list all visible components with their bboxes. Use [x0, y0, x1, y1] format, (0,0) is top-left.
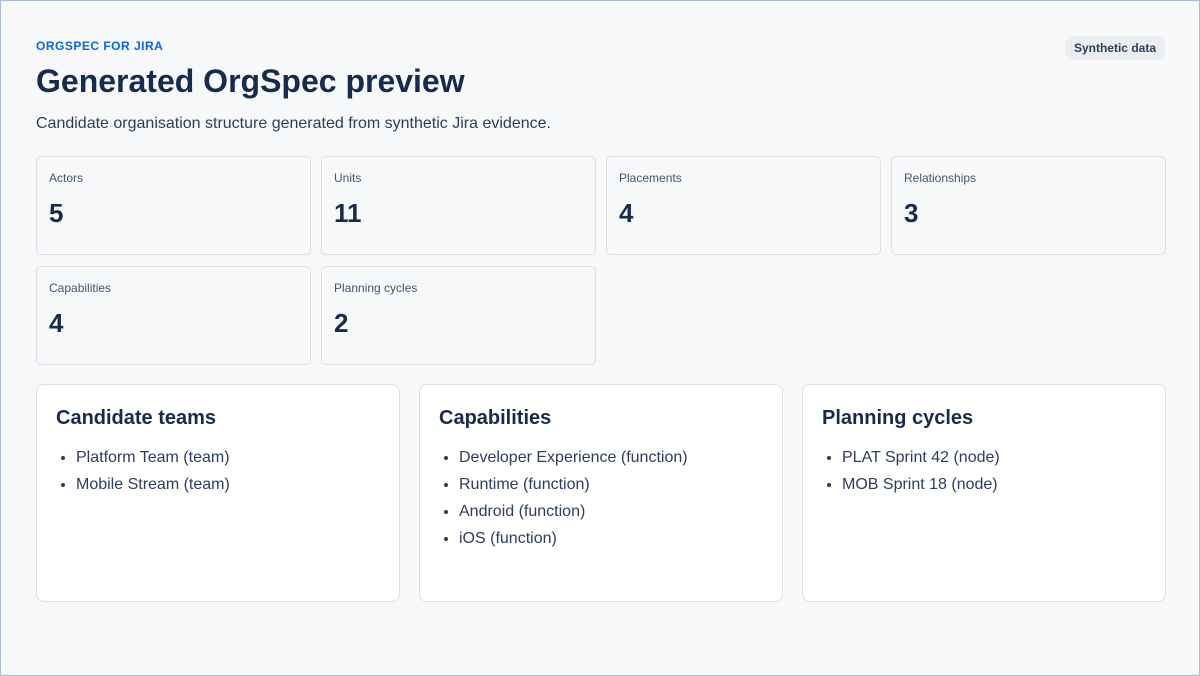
- list-item: Platform Team (team): [76, 444, 380, 471]
- candidate-teams-list: Platform Team (team) Mobile Stream (team…: [56, 444, 380, 498]
- list-item: Mobile Stream (team): [76, 471, 380, 498]
- metric-placements: Placements 4: [606, 156, 881, 255]
- metric-value: 4: [619, 198, 634, 228]
- app-eyebrow: ORGSPEC FOR JIRA: [36, 39, 164, 53]
- synthetic-data-badge: Synthetic data: [1064, 36, 1165, 60]
- candidate-teams-card: Candidate teams Platform Team (team) Mob…: [36, 384, 400, 602]
- app-frame: ORGSPEC FOR JIRA Synthetic data Generate…: [0, 0, 1200, 676]
- metric-value: 3: [904, 198, 919, 228]
- metric-actors: Actors 5: [36, 156, 311, 255]
- metric-value: 11: [334, 198, 362, 228]
- page-subtitle: Candidate organisation structure generat…: [36, 115, 551, 132]
- metric-value: 2: [334, 308, 349, 338]
- metric-label: Planning cycles: [334, 281, 418, 295]
- list-item: iOS (function): [459, 525, 763, 552]
- metric-units: Units 11: [321, 156, 596, 255]
- list-item: PLAT Sprint 42 (node): [842, 444, 1146, 471]
- metric-label: Placements: [619, 171, 682, 185]
- metric-relationships: Relationships 3: [891, 156, 1166, 255]
- page-title: Generated OrgSpec preview: [36, 63, 465, 99]
- capabilities-card: Capabilities Developer Experience (funct…: [419, 384, 783, 602]
- list-item: Developer Experience (function): [459, 444, 763, 471]
- card-title: Capabilities: [439, 407, 552, 429]
- metric-planning-cycles: Planning cycles 2: [321, 266, 596, 365]
- metric-label: Actors: [49, 171, 84, 185]
- card-title: Planning cycles: [822, 407, 974, 429]
- planning-cycles-list: PLAT Sprint 42 (node) MOB Sprint 18 (nod…: [822, 444, 1146, 498]
- metric-label: Units: [334, 171, 362, 185]
- card-title: Candidate teams: [56, 407, 217, 429]
- list-item: MOB Sprint 18 (node): [842, 471, 1146, 498]
- metric-label: Relationships: [904, 171, 977, 185]
- capabilities-list: Developer Experience (function) Runtime …: [439, 444, 763, 552]
- metric-capabilities: Capabilities 4: [36, 266, 311, 365]
- list-item: Android (function): [459, 498, 763, 525]
- planning-cycles-card: Planning cycles PLAT Sprint 42 (node) MO…: [802, 384, 1166, 602]
- metric-label: Capabilities: [49, 281, 112, 295]
- metric-value: 5: [49, 198, 64, 228]
- list-item: Runtime (function): [459, 471, 763, 498]
- metric-value: 4: [49, 308, 64, 338]
- summary-cards: Candidate teams Platform Team (team) Mob…: [36, 384, 1166, 602]
- metrics-grid: Actors 5 Units 11 Placements 4 Relations…: [36, 156, 1166, 365]
